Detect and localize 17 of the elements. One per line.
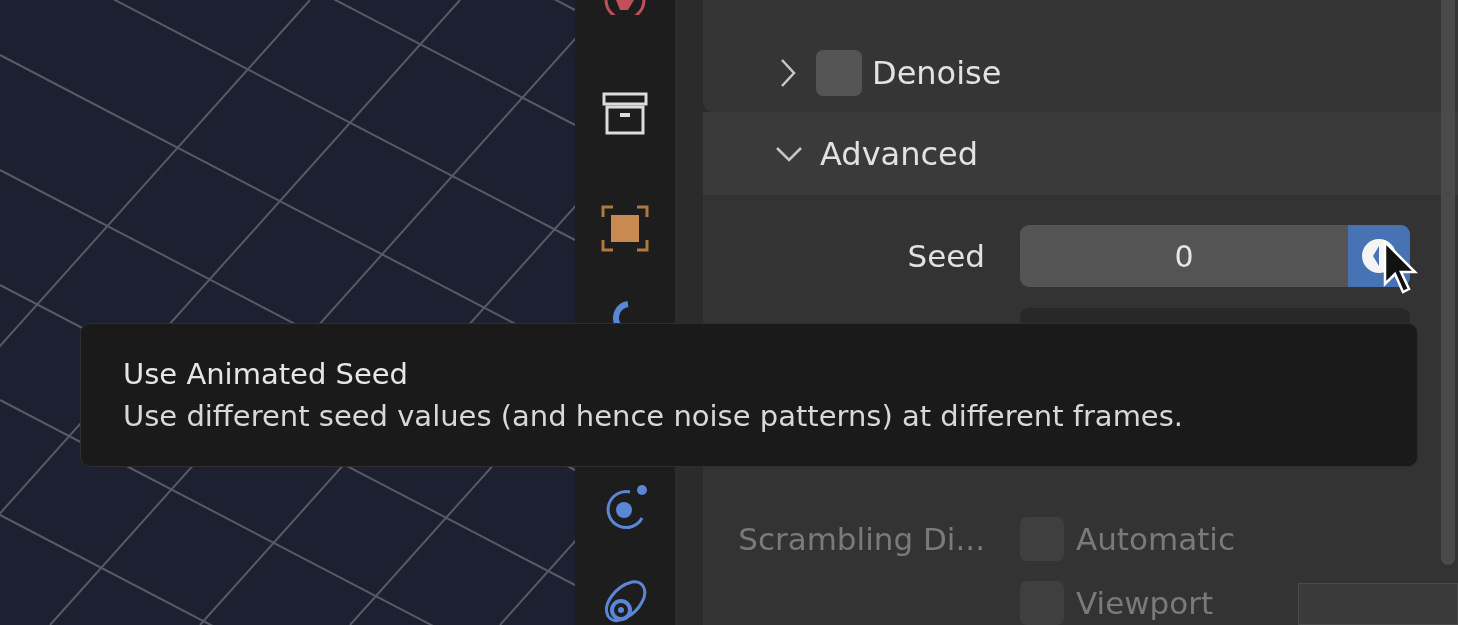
chevron-right-icon[interactable] [780, 58, 796, 88]
scrambling-label: Scrambling Di... [737, 521, 986, 557]
seed-label: Seed [906, 238, 986, 274]
sphere-icon[interactable] [602, 0, 648, 15]
tooltip-title: Use Animated Seed [123, 356, 409, 393]
panel-title: Denoise [872, 54, 1002, 92]
seed-field[interactable]: 0 [1020, 225, 1348, 287]
chevron-down-icon[interactable] [775, 145, 803, 162]
archive-box-icon[interactable] [602, 92, 648, 135]
checkbox-label: Viewport [1076, 585, 1214, 621]
cursor-icon [1383, 240, 1419, 296]
teardrop-target-icon[interactable] [602, 578, 648, 625]
section-title: Advanced [820, 134, 979, 173]
checkbox[interactable] [816, 50, 862, 96]
tooltip-description: Use different seed values (and hence noise patterns) at different frames. [123, 398, 1184, 435]
checkbox-label: Automatic [1076, 521, 1235, 557]
object-square-icon[interactable] [601, 205, 649, 252]
